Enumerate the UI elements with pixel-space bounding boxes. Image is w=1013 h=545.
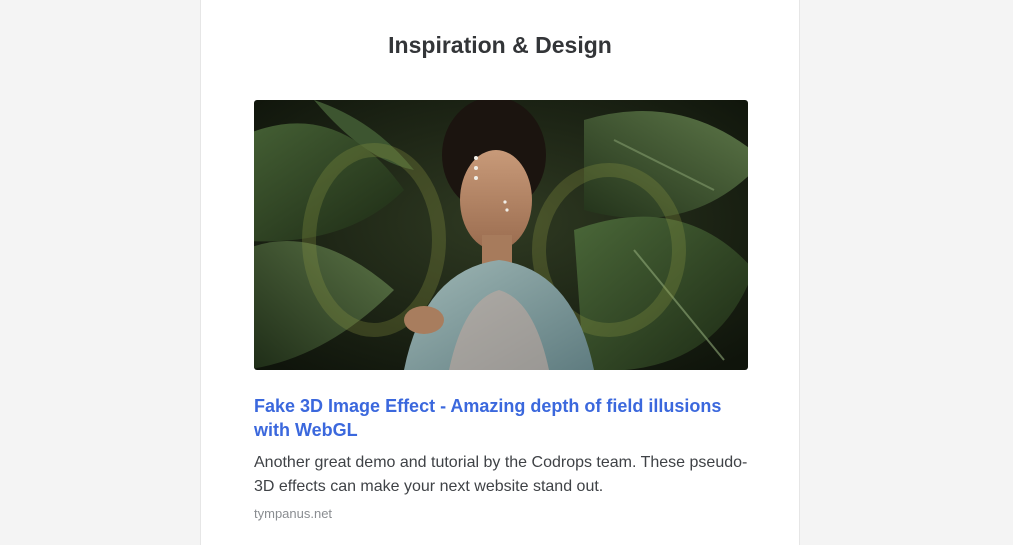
article-hero-image[interactable]: [254, 100, 748, 370]
article-title-link[interactable]: Fake 3D Image Effect - Amazing depth of …: [254, 394, 750, 442]
hero-photo-illustration: [254, 100, 748, 370]
article-description: Another great demo and tutorial by the C…: [254, 454, 748, 495]
article-source: tympanus.net: [254, 506, 333, 521]
content-card: Inspiration & Design Fake 3D Image Effec…: [200, 0, 800, 545]
section-title: Inspiration & Design: [388, 32, 612, 58]
